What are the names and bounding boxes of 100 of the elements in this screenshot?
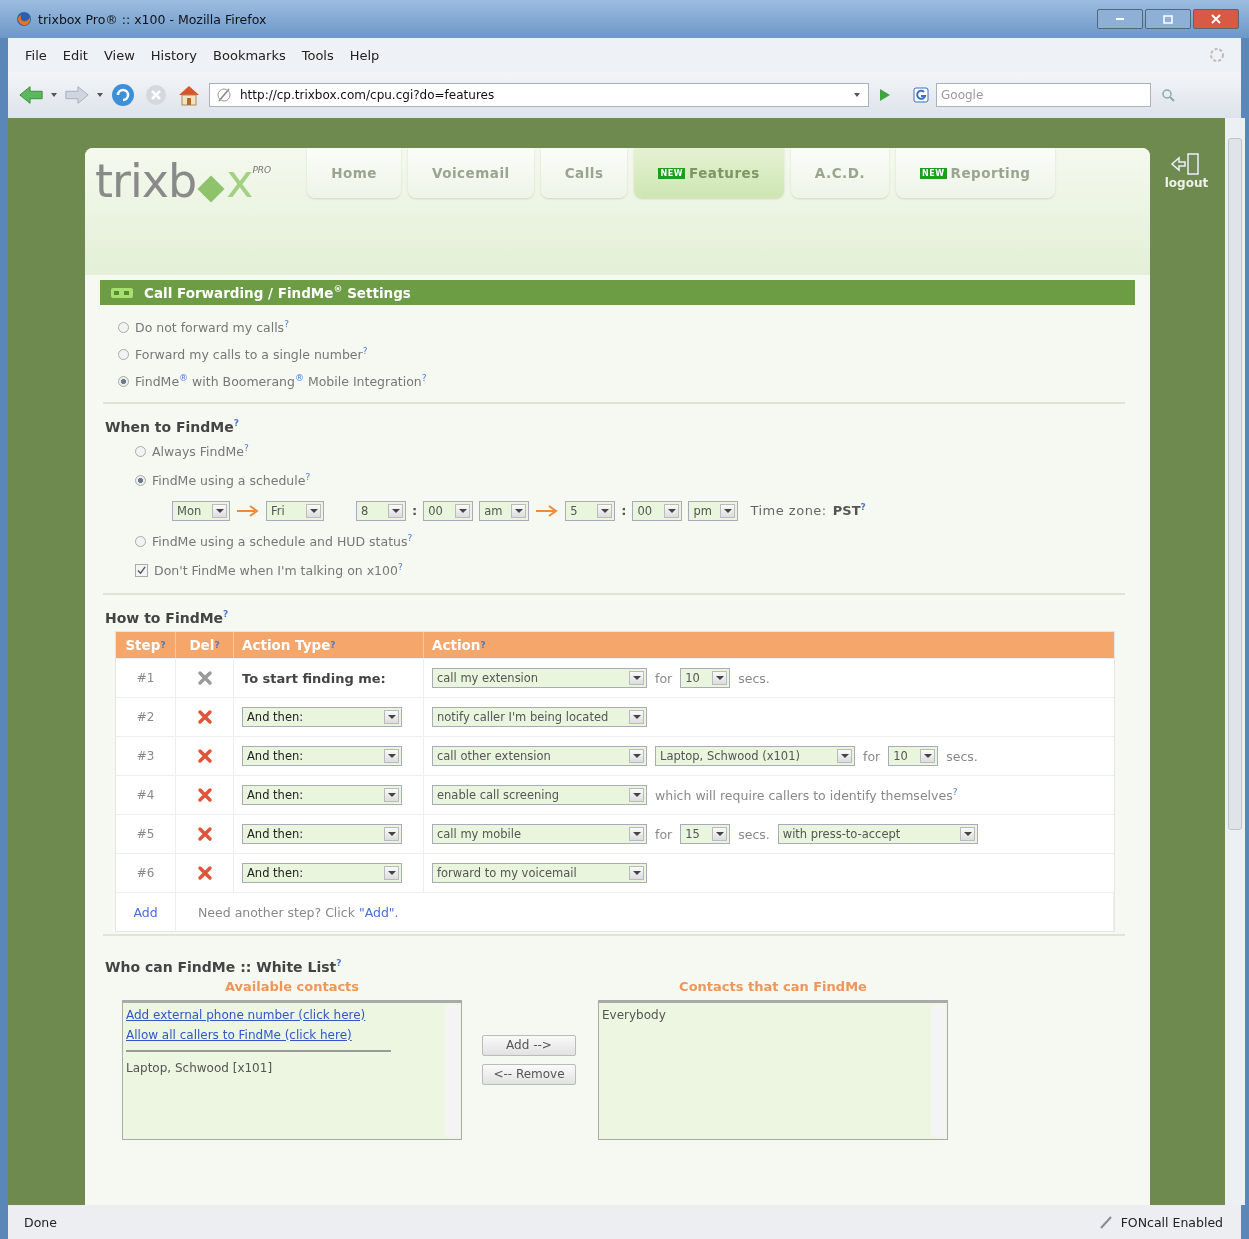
dropdown[interactable]: 8 [356, 500, 406, 521]
delete-icon[interactable] [196, 709, 213, 726]
menu-item[interactable]: Edit [61, 45, 89, 65]
timezone-label: Time zone: [750, 503, 827, 519]
available-contacts-list[interactable]: Add external phone number (click here) Allow all callers to FindMe (click here) Laptop, Schwood [x101] [122, 999, 462, 1140]
caret-icon[interactable] [306, 503, 321, 518]
column-header: Del$^{?}$ [176, 632, 234, 659]
search-engine-icon[interactable] [913, 87, 929, 103]
list-link[interactable]: Allow all callers to FindMe (click here) [126, 1024, 352, 1045]
caret-icon[interactable] [384, 788, 399, 803]
caret-icon[interactable] [455, 503, 471, 518]
delete-icon[interactable] [196, 826, 213, 843]
dropdown[interactable]: Mon [172, 500, 230, 521]
caret-icon[interactable] [629, 749, 644, 764]
remove-button[interactable]: <-- Remove [482, 1063, 576, 1085]
dropdown[interactable]: am [479, 500, 530, 521]
caret-icon[interactable] [629, 671, 644, 686]
back-arrow-icon[interactable] [18, 83, 44, 107]
dropdown[interactable]: Laptop, Schwood (x101) [655, 746, 855, 767]
nav-tab[interactable]: NEW Reporting [896, 148, 1055, 198]
radio-button[interactable] [135, 445, 146, 457]
dropdown[interactable]: And then: [242, 746, 402, 767]
status-text: Done [24, 1214, 58, 1230]
dropdown[interactable]: 15 [680, 824, 731, 845]
dropdown[interactable]: notify caller I'm being located [432, 707, 647, 728]
add-link[interactable]: Add [133, 904, 158, 920]
caret-icon[interactable] [51, 92, 57, 98]
section-heading: Who can FindMe :: White List$^{?}$ [104, 957, 343, 977]
scrollbar[interactable] [1225, 118, 1245, 1205]
caret-icon[interactable] [664, 503, 680, 518]
dropdown[interactable]: 5 [565, 500, 616, 521]
browser-logo-icon [16, 11, 32, 27]
menu-item[interactable]: View [102, 45, 136, 65]
caret-icon[interactable] [959, 827, 975, 842]
dropdown[interactable]: And then: [242, 863, 402, 884]
list-item[interactable]: Everybody [602, 1004, 666, 1025]
menu-item[interactable]: Bookmarks [212, 45, 287, 65]
dropdown[interactable]: 00 [632, 500, 683, 521]
add-button[interactable]: Add --> [482, 1034, 576, 1056]
radio-button[interactable] [118, 349, 129, 360]
dropdown[interactable]: forward to my voicemail [432, 863, 647, 884]
dropdown[interactable]: And then: [242, 785, 402, 806]
timezone-value: PST$^{?}$ [832, 502, 866, 519]
reload-icon[interactable] [110, 83, 136, 107]
caret-icon[interactable] [597, 503, 613, 518]
caret-icon[interactable] [720, 503, 736, 518]
dropdown[interactable]: 00 [423, 500, 474, 521]
caret-icon[interactable] [629, 788, 644, 803]
maximize-button[interactable] [1145, 9, 1191, 29]
caret-icon[interactable] [712, 671, 728, 686]
dropdown[interactable]: with press-to-accept [777, 824, 978, 845]
delete-icon[interactable] [196, 787, 213, 804]
scrollbar[interactable] [445, 1004, 460, 1137]
caret-icon[interactable] [712, 827, 728, 842]
radio-button[interactable] [118, 322, 129, 333]
radio-button[interactable] [118, 376, 129, 387]
radio-button[interactable] [135, 535, 146, 547]
nav-tab[interactable]: NEW Features [634, 148, 784, 198]
dropdown[interactable]: Fri [266, 500, 324, 521]
dropdown[interactable]: And then: [242, 707, 402, 728]
page-icon [216, 87, 232, 103]
delete-icon[interactable] [196, 865, 213, 882]
caret-icon[interactable] [388, 503, 403, 518]
menu-item[interactable]: Help [348, 45, 381, 65]
caret-icon[interactable] [384, 710, 399, 725]
scrollbar[interactable] [931, 1004, 946, 1137]
menu-item[interactable]: File [24, 45, 48, 65]
caret-icon[interactable] [384, 866, 399, 881]
caret-icon[interactable] [629, 827, 644, 842]
caret-icon[interactable] [837, 749, 852, 764]
radio-button[interactable] [135, 474, 146, 486]
list-link[interactable]: Add external phone number (click here) [126, 1004, 366, 1025]
search-field[interactable]: Google [936, 83, 1151, 107]
option-label: FindMe using a schedule and HUD status$^{?}$ [152, 533, 413, 550]
dropdown[interactable]: call other extension [432, 746, 647, 767]
checkbox[interactable] [135, 563, 148, 577]
caret-icon[interactable] [212, 503, 227, 518]
caret-icon[interactable] [920, 749, 936, 764]
dropdown[interactable]: And then: [242, 824, 402, 845]
delete-icon[interactable] [196, 748, 213, 765]
chosen-contacts-list[interactable]: Everybody [598, 999, 948, 1140]
caret-icon[interactable] [384, 749, 399, 764]
list-item[interactable]: Laptop, Schwood [x101] [126, 1057, 273, 1078]
dropdown[interactable]: 10 [888, 746, 939, 767]
add-link[interactable]: "Add". [358, 904, 399, 920]
caret-icon[interactable] [511, 503, 527, 518]
menu-item[interactable]: History [149, 45, 199, 65]
caret-icon[interactable] [97, 92, 103, 98]
dropdown[interactable]: call my mobile [432, 824, 647, 845]
caret-icon[interactable] [629, 866, 644, 881]
caret-icon[interactable] [384, 827, 399, 842]
close-button[interactable] [1193, 9, 1239, 29]
dropdown[interactable]: pm [688, 500, 739, 521]
caret-icon[interactable] [629, 710, 644, 725]
caret-icon[interactable] [854, 92, 860, 98]
list-label: Available contacts [224, 978, 360, 994]
address-bar[interactable]: http://cp.trixbox.com/cpu.cgi?do=features [209, 83, 869, 107]
menu-item[interactable]: Tools [300, 45, 335, 65]
dropdown[interactable]: enable call screening [432, 785, 647, 806]
minimize-button[interactable] [1097, 9, 1143, 29]
